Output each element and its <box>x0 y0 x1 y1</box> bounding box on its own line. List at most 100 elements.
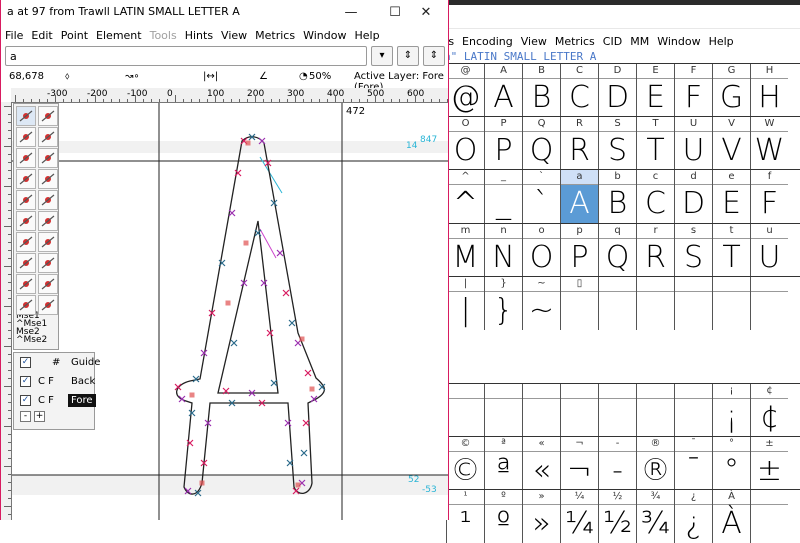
layer-visible-checkbox[interactable]: ✓ <box>20 357 31 368</box>
glyph-cell[interactable]: QQ <box>522 117 560 170</box>
glyph-cell[interactable]: ½½ <box>598 490 636 543</box>
glyph-canvas[interactable]: 472 847 14 52 -53 <box>12 103 448 520</box>
menu-window[interactable]: Window <box>653 35 704 48</box>
glyph-cell[interactable]: qQ <box>598 224 636 277</box>
ruler-tool-icon[interactable] <box>38 148 58 168</box>
glyph-cell[interactable]: ¡ ¡ <box>712 384 750 437</box>
glyph-cell[interactable] <box>636 384 674 437</box>
glyph-cell[interactable]: nN <box>484 224 522 277</box>
close-button[interactable]: ✕ <box>404 0 448 26</box>
glyph-cell[interactable]: pP <box>560 224 598 277</box>
glyph-cell[interactable]: fF <box>750 170 788 223</box>
ellipse-tool-icon[interactable] <box>38 295 58 315</box>
glyph-cell[interactable]: UU <box>674 117 712 170</box>
curve-point-tool-icon[interactable] <box>16 190 36 210</box>
glyph-cell[interactable]: ºº <box>484 490 522 543</box>
previous-glyph-button[interactable]: ⇕ <box>397 46 419 66</box>
perspective-tool-icon[interactable] <box>38 274 58 294</box>
rotate-tool-icon[interactable] <box>38 232 58 252</box>
glyph-cell[interactable]: cC <box>636 170 674 223</box>
add-layer-button[interactable]: + <box>34 411 45 422</box>
glyph-cell[interactable]: sS <box>674 224 712 277</box>
spiro-tool-icon[interactable] <box>16 169 36 189</box>
glyph-cell[interactable]: ± ± <box>750 437 788 490</box>
glyph-cell[interactable]: aA <box>560 170 598 223</box>
glyph-cell[interactable]: AA <box>484 64 522 117</box>
menu-hints[interactable]: Hints <box>181 29 217 42</box>
layer-name[interactable]: Fore <box>68 394 96 407</box>
glyph-cell[interactable] <box>598 384 636 437</box>
glyph-cell[interactable]: ▯ <box>560 277 598 330</box>
layer-name[interactable]: Back <box>68 375 98 388</box>
menu-element[interactable]: Element <box>92 29 146 42</box>
menu-file[interactable]: File <box>1 29 27 42</box>
glyph-cell[interactable]: ^ ^ <box>446 170 484 223</box>
glyph-cell[interactable]: TT <box>636 117 674 170</box>
layer-row-fore[interactable]: ✓ C F Fore <box>18 393 96 409</box>
menu-view[interactable]: View <box>217 29 251 42</box>
3d-rotate-tool-icon[interactable] <box>16 274 36 294</box>
glyph-cell[interactable] <box>750 277 788 330</box>
glyph-cell[interactable]: DD <box>598 64 636 117</box>
glyph-cell[interactable]: @ @ <box>446 64 484 117</box>
glyph-cell[interactable] <box>750 490 788 543</box>
menu-metrics[interactable]: Metrics <box>251 29 299 42</box>
glyph-cell[interactable]: | | <box>446 277 484 330</box>
glyph-cell[interactable]: ¼¼ <box>560 490 598 543</box>
glyph-cell[interactable] <box>522 384 560 437</box>
minimize-button[interactable]: — <box>329 0 373 26</box>
glyph-cell[interactable]: rR <box>636 224 674 277</box>
flip-tool-icon[interactable] <box>16 253 36 273</box>
glyph-cell[interactable]: tT <box>712 224 750 277</box>
tangent-point-tool-icon[interactable] <box>38 211 58 231</box>
layer-visible-checkbox[interactable]: ✓ <box>20 395 31 406</box>
freehand-tool-icon[interactable] <box>16 127 36 147</box>
corner-point-tool-icon[interactable] <box>16 211 36 231</box>
glyph-outline-drawing[interactable] <box>12 103 448 520</box>
next-glyph-button[interactable]: ⇕ <box>423 46 445 66</box>
remove-layer-button[interactable]: - <box>20 411 31 422</box>
glyph-cell[interactable]: ~ ~ <box>522 277 560 330</box>
glyph-cell[interactable]: ªª <box>484 437 522 490</box>
menu-help[interactable]: Help <box>705 35 738 48</box>
glyph-cell[interactable]: ÀÀ <box>712 490 750 543</box>
glyph-cell[interactable]: oO <box>522 224 560 277</box>
menu-metrics[interactable]: Metrics <box>551 35 599 48</box>
glyph-cell[interactable]: }} <box>484 277 522 330</box>
glyph-cell[interactable]: EE <box>636 64 674 117</box>
glyph-cell[interactable] <box>598 277 636 330</box>
glyph-cell[interactable]: OO <box>446 117 484 170</box>
menu-help[interactable]: Help <box>350 29 383 42</box>
pointer-tool-icon[interactable] <box>16 106 36 126</box>
glyph-text-input[interactable] <box>5 46 367 66</box>
scale-tool-icon[interactable] <box>16 232 36 252</box>
magnify-tool-icon[interactable] <box>38 106 58 126</box>
menu-edit[interactable]: Edit <box>27 29 56 42</box>
glyph-cell[interactable]: »» <box>522 490 560 543</box>
menu-tools[interactable]: Tools <box>146 29 181 42</box>
knife-tool-icon[interactable] <box>38 169 58 189</box>
glyph-cell[interactable]: ¯ ¯ <box>674 437 712 490</box>
glyph-cell[interactable]: -- <box>598 437 636 490</box>
glyph-cell[interactable]: VV <box>712 117 750 170</box>
glyph-cell[interactable]: © © <box>446 437 484 490</box>
menu-mm[interactable]: MM <box>626 35 653 48</box>
layer-row-back[interactable]: ✓ C F Back <box>18 374 95 390</box>
glyph-cell[interactable] <box>674 384 712 437</box>
glyph-cell[interactable]: uU <box>750 224 788 277</box>
menu-cid[interactable]: CID <box>599 35 626 48</box>
glyph-cell[interactable] <box>712 277 750 330</box>
glyph-cell[interactable]: ¬ ¬ <box>560 437 598 490</box>
glyph-cell[interactable]: BB <box>522 64 560 117</box>
glyph-cell[interactable]: ¢ ¢ <box>750 384 788 437</box>
layer-visible-checkbox[interactable]: ✓ <box>20 376 31 387</box>
glyph-cell[interactable]: GG <box>712 64 750 117</box>
glyph-cell[interactable]: SS <box>598 117 636 170</box>
glyph-cell[interactable]: HH <box>750 64 788 117</box>
glyph-cell[interactable]: ¿ ¿ <box>674 490 712 543</box>
glyph-cell[interactable]: FF <box>674 64 712 117</box>
scroll-tool-icon[interactable] <box>38 127 58 147</box>
layer-name[interactable]: Guide <box>68 356 103 369</box>
menu-point[interactable]: Point <box>57 29 92 42</box>
skew-tool-icon[interactable] <box>38 253 58 273</box>
